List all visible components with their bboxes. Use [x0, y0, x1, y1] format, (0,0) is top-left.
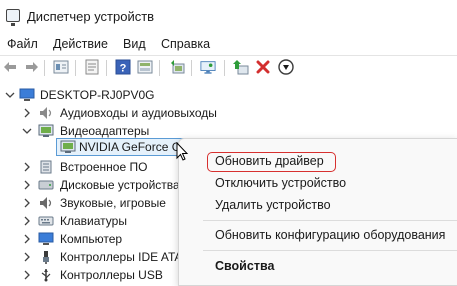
chevron-down-icon[interactable] [22, 126, 32, 136]
tree-item-sound[interactable]: Звуковые, игровые [0, 194, 180, 212]
chevron-right-icon[interactable] [22, 234, 32, 244]
root-label: DESKTOP-RJ0PV0G [40, 88, 155, 102]
menu-file[interactable]: Файл [7, 37, 38, 51]
tree-item-label: Компьютер [60, 232, 123, 246]
update-driver-icon[interactable] [233, 59, 249, 75]
ctx-uninstall-device[interactable]: Удалить устройство [215, 198, 331, 212]
ctx-separator [203, 250, 457, 251]
ctx-update-driver[interactable]: Обновить драйвер [215, 154, 324, 168]
tree-item-usb-controllers[interactable]: Контроллеры USB [0, 266, 180, 284]
chevron-down-icon[interactable] [5, 90, 15, 100]
chevron-right-icon[interactable] [22, 216, 32, 226]
scan-hardware-icon[interactable] [170, 59, 186, 75]
chevron-right-icon[interactable] [22, 198, 32, 208]
gpu-icon [60, 140, 76, 154]
tree-item-label: Контроллеры IDE ATA [60, 250, 183, 264]
tree-item-firmware[interactable]: Встроенное ПО [0, 158, 200, 176]
tree-item-computer[interactable]: Компьютер [0, 230, 180, 248]
menu-bar: Файл Действие Вид Справка [0, 34, 457, 54]
speaker-icon [38, 106, 54, 120]
ctx-scan-hardware[interactable]: Обновить конфигурацию оборудования [215, 228, 445, 242]
tree-item-label: Видеоадаптеры [60, 124, 150, 138]
uninstall-icon[interactable] [255, 59, 271, 75]
sound-icon [38, 196, 54, 210]
chevron-right-icon[interactable] [22, 270, 32, 280]
computer-icon [19, 88, 35, 102]
ide-controller-icon [38, 250, 54, 264]
forward-arrow-icon[interactable] [24, 59, 40, 75]
svg-text:?: ? [120, 63, 127, 75]
tree-item-keyboards[interactable]: Клавиатуры [0, 212, 180, 230]
tree-item-label: Встроенное ПО [60, 160, 148, 174]
tree-item-ide-controllers[interactable]: Контроллеры IDE ATA [0, 248, 183, 266]
chevron-right-icon[interactable] [22, 162, 32, 172]
tree-item-label: Клавиатуры [60, 214, 127, 228]
toolbar: ? [0, 55, 457, 79]
title-bar: Диспетчер устройств [0, 0, 457, 34]
help-icon[interactable]: ? [115, 59, 131, 75]
update-view-icon[interactable] [84, 59, 100, 75]
back-arrow-icon[interactable] [2, 59, 18, 75]
chevron-right-icon[interactable] [22, 180, 32, 190]
tree-item-disk-drives[interactable]: Дисковые устройства [0, 176, 180, 194]
tree-item-audio-io[interactable]: Аудиовходы и аудиовыходы [0, 104, 240, 122]
menu-action[interactable]: Действие [53, 37, 108, 51]
context-menu: Обновить драйвер Отключить устройство Уд… [178, 138, 457, 286]
chevron-right-icon[interactable] [22, 252, 32, 262]
display-adapter-icon [38, 124, 54, 138]
show-hidden-icon[interactable] [137, 59, 153, 75]
tree-item-label: Дисковые устройства [60, 178, 180, 192]
ctx-disable-device[interactable]: Отключить устройство [215, 176, 346, 190]
disk-drive-icon [38, 178, 54, 192]
tree-item-label: Звуковые, игровые [60, 196, 166, 210]
print-icon[interactable] [200, 59, 216, 75]
tree-item-label: Контроллеры USB [60, 268, 163, 282]
menu-help[interactable]: Справка [161, 37, 210, 51]
mouse-cursor-icon [176, 142, 189, 161]
ctx-properties[interactable]: Свойства [215, 259, 274, 273]
keyboard-icon [38, 214, 54, 228]
disable-device-icon[interactable] [278, 59, 294, 75]
tree-root[interactable]: DESKTOP-RJ0PV0G [0, 86, 180, 104]
firmware-icon [38, 160, 54, 174]
menu-view[interactable]: Вид [123, 37, 146, 51]
usb-icon [38, 268, 54, 282]
properties-icon[interactable] [53, 59, 69, 75]
chevron-right-icon[interactable] [22, 108, 32, 118]
tree-item-label: Аудиовходы и аудиовыходы [60, 106, 217, 120]
window-title: Диспетчер устройств [27, 9, 155, 24]
computer-icon [38, 232, 54, 246]
ctx-separator [203, 220, 457, 221]
device-manager-icon [6, 9, 20, 26]
